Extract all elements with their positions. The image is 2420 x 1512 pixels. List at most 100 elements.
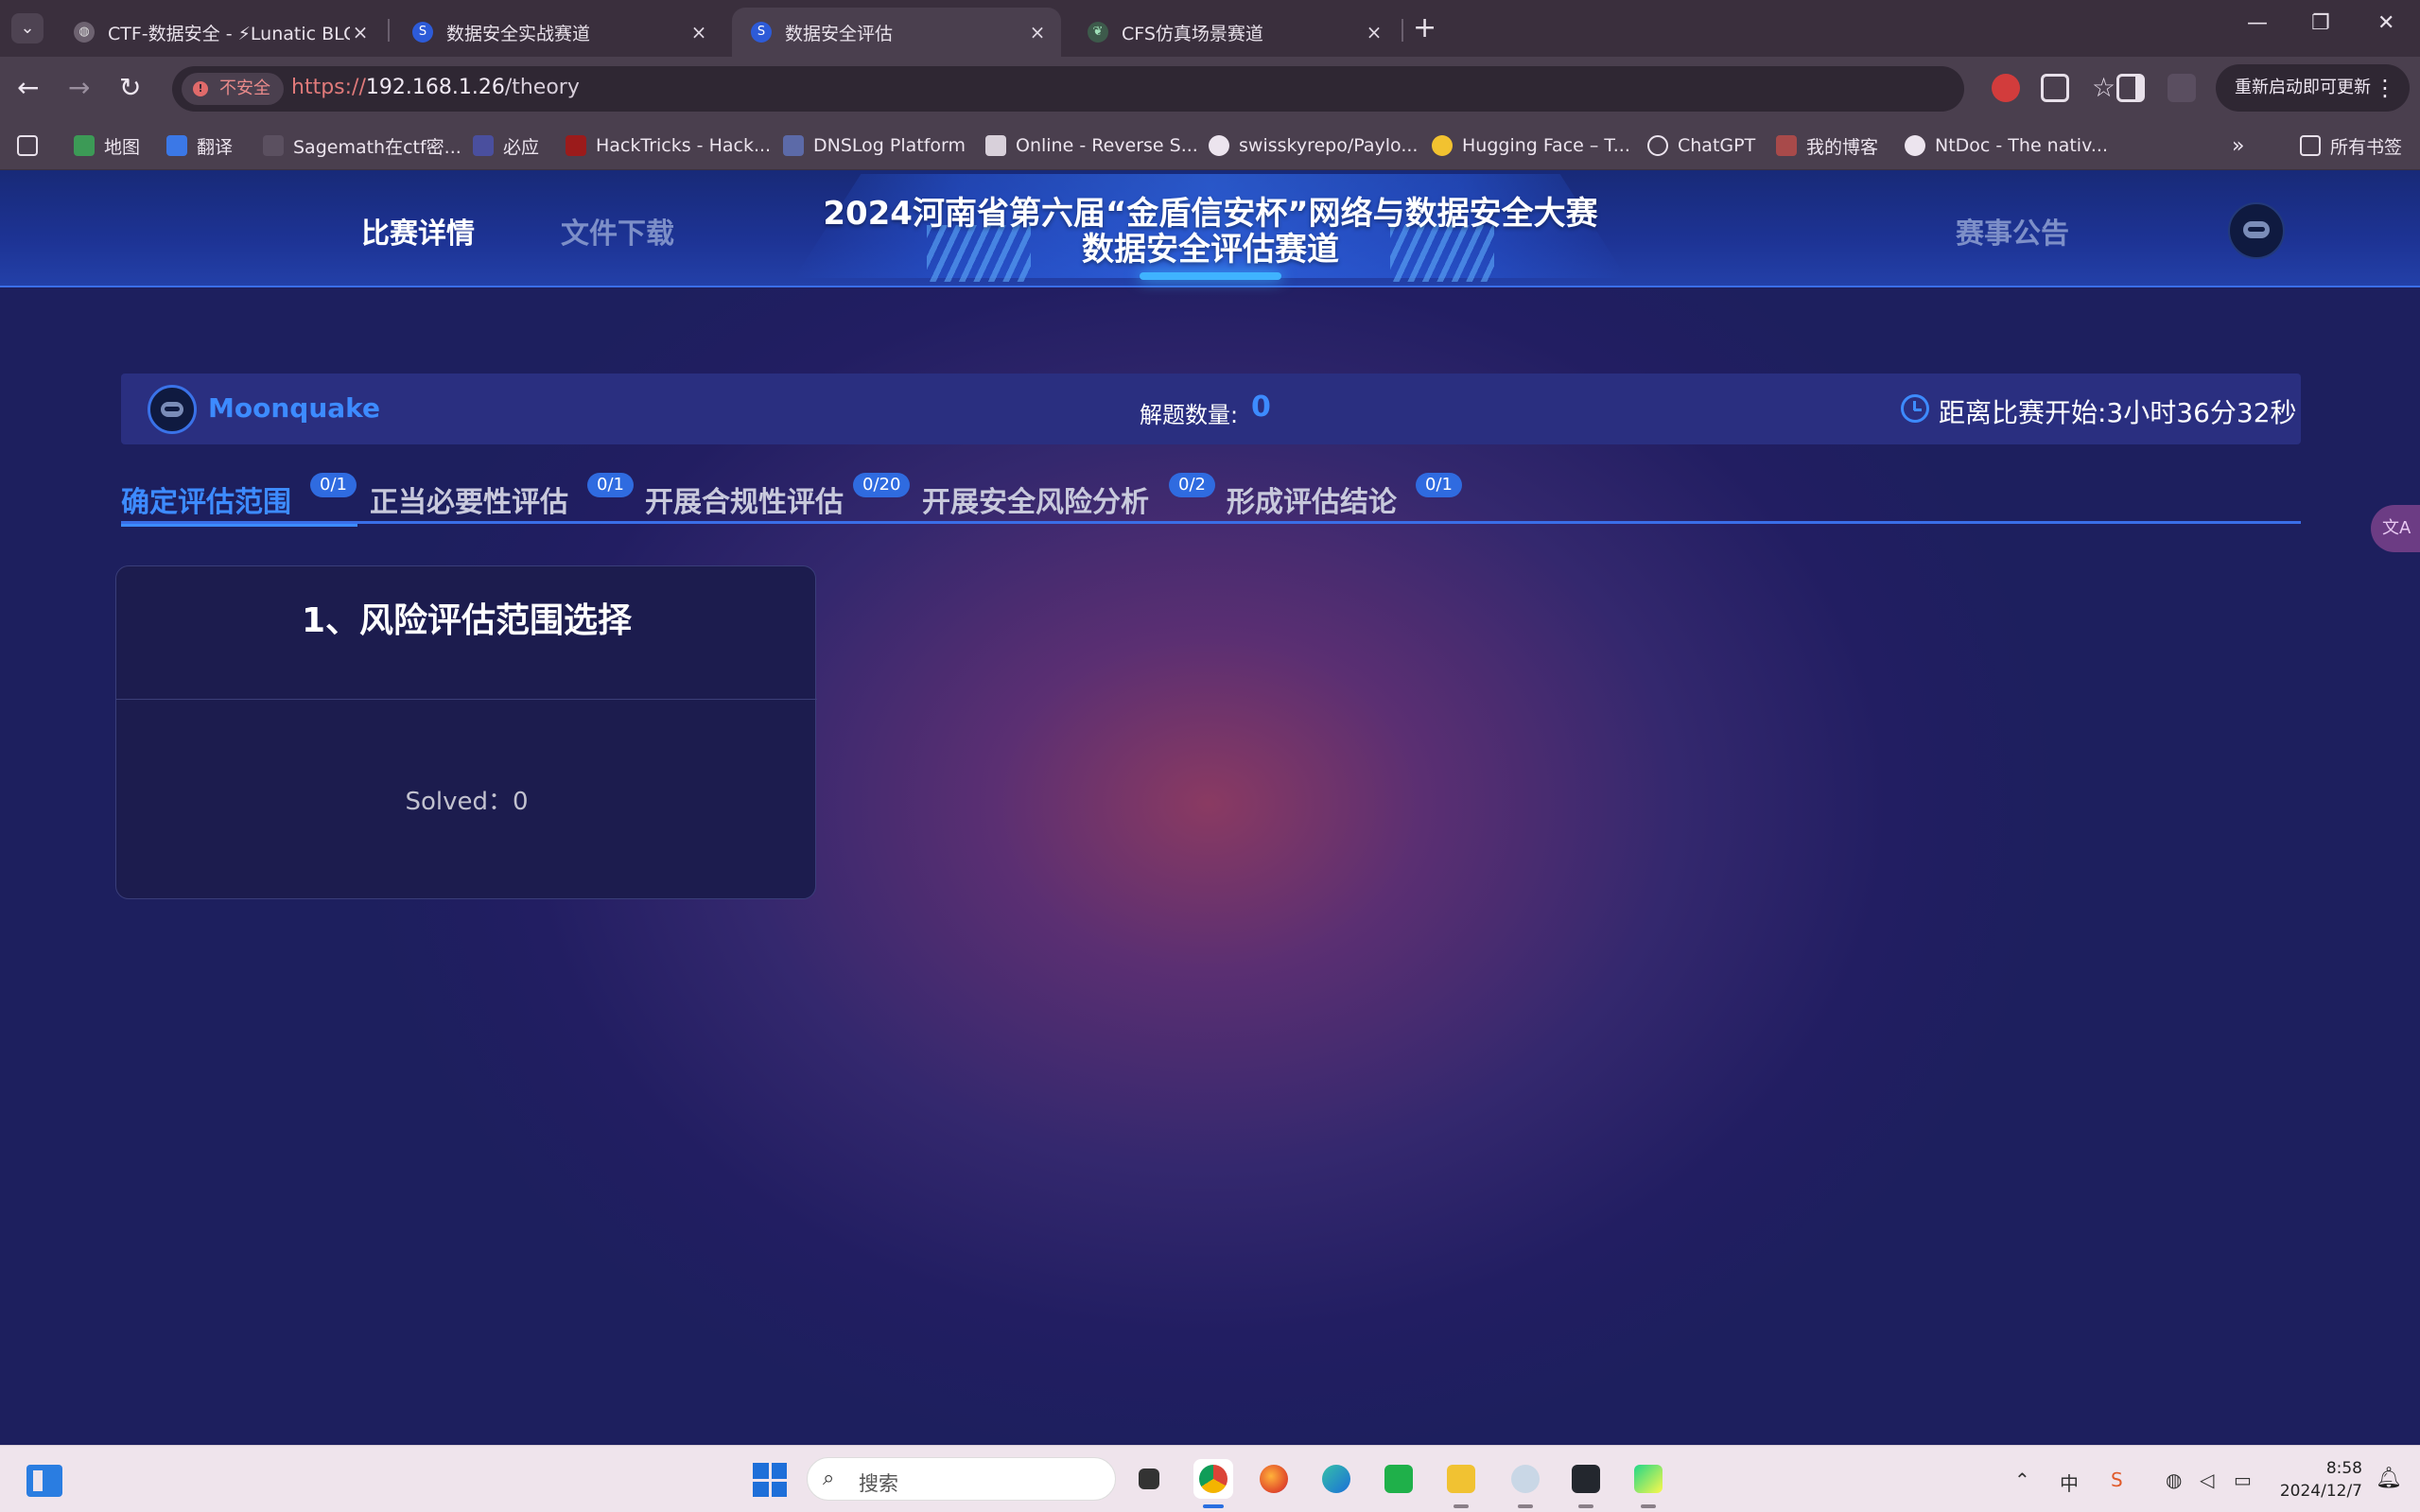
bookmark-item[interactable]: Hugging Face – T... xyxy=(1432,132,1630,159)
extensions-puzzle-icon[interactable] xyxy=(2041,74,2069,102)
tab-label: 确定评估范围 xyxy=(121,486,291,519)
tab-title: 数据安全评估 xyxy=(785,23,894,44)
bookmark-item[interactable]: 地图 xyxy=(74,132,140,159)
file-explorer-icon[interactable] xyxy=(1441,1459,1481,1508)
bookmark-star-icon[interactable]: ☆ xyxy=(2092,72,2115,103)
nav-competition-details[interactable]: 比赛详情 xyxy=(361,210,475,252)
system-clock[interactable]: 8:58 2024/12/7 xyxy=(2277,1457,2362,1503)
tab-risk-analysis[interactable]: 开展安全风险分析 xyxy=(922,478,1149,520)
bookmark-label: 我的博客 xyxy=(1806,136,1879,158)
tab-determine-scope[interactable]: 确定评估范围 xyxy=(121,478,357,527)
url-scheme: https:// xyxy=(291,76,366,99)
close-tab-icon[interactable]: × xyxy=(688,21,709,43)
translate-float-button[interactable]: 文A xyxy=(2371,505,2420,552)
update-button[interactable]: 重新启动即可更新 ⋮ xyxy=(2216,64,2410,112)
notification-bell-icon[interactable]: 🔔︎ xyxy=(2376,1467,2402,1490)
warning-icon: ! xyxy=(193,81,208,96)
bookmark-item[interactable]: DNSLog Platform xyxy=(783,132,966,159)
restore-icon[interactable]: ❐ xyxy=(2311,11,2330,35)
bookmark-label: 必应 xyxy=(503,136,540,158)
browser-tab-1[interactable]: ◍ CTF-数据安全 - ⚡Lunatic BLOG × xyxy=(55,8,384,57)
minimize-icon[interactable]: — xyxy=(2247,11,2268,35)
bookmark-item[interactable]: 我的博客 xyxy=(1776,132,1878,159)
dnslog-icon xyxy=(783,135,804,156)
nav-file-download[interactable]: 文件下载 xyxy=(561,210,674,252)
tab-compliance-assessment[interactable]: 开展合规性评估 xyxy=(645,478,844,520)
new-tab-button[interactable]: + xyxy=(1413,11,1436,44)
chevron-up-icon[interactable]: ⌃ xyxy=(2014,1469,2030,1491)
security-app-icon[interactable] xyxy=(1566,1459,1606,1508)
site-header: 比赛详情 文件下载 2024河南省第六届“金盾信安杯”网络与数据安全大赛 数据安… xyxy=(0,170,2420,287)
bookmark-item[interactable]: 必应 xyxy=(473,132,539,159)
firefox-icon[interactable] xyxy=(1254,1459,1294,1499)
taskbar-search[interactable]: ⌕ 搜索 xyxy=(807,1457,1116,1501)
search-tool-icon[interactable] xyxy=(1506,1459,1545,1508)
sidebar-icon[interactable] xyxy=(2116,74,2145,102)
bookmark-item[interactable]: Sagemath在ctf密... xyxy=(263,132,461,159)
progress-badge: 0/1 xyxy=(1416,473,1462,497)
start-button[interactable] xyxy=(753,1463,787,1497)
tab-search-button[interactable]: ⌄ xyxy=(11,13,44,43)
extension-icon[interactable] xyxy=(1992,74,2020,102)
edge-icon[interactable] xyxy=(1316,1459,1356,1499)
url-text[interactable]: https://192.168.1.26/theory xyxy=(291,76,580,99)
tab-separator xyxy=(1402,19,1403,42)
volume-icon[interactable]: ◁ xyxy=(2200,1469,2214,1491)
profile-icon[interactable] xyxy=(2168,74,2196,102)
task-view-icon[interactable] xyxy=(1129,1459,1169,1499)
bookmark-label: ChatGPT xyxy=(1678,135,1756,156)
browser-tab-4[interactable]: ❦ CFS仿真场景赛道 × xyxy=(1069,8,1398,57)
chrome-icon[interactable] xyxy=(1193,1459,1233,1508)
chatgpt-icon xyxy=(1647,135,1668,156)
sogou-icon[interactable]: S xyxy=(2111,1469,2123,1491)
tab-necessity-assessment[interactable]: 正当必要性评估 xyxy=(370,478,568,520)
challenge-title: 1、风险评估范围选择 xyxy=(301,601,633,640)
security-indicator[interactable]: ! 不安全 xyxy=(182,73,284,105)
address-bar[interactable]: ! 不安全 https://192.168.1.26/theory ☆ xyxy=(172,66,2115,112)
network-icon[interactable]: ◍ xyxy=(2166,1469,2182,1491)
back-icon[interactable]: ← xyxy=(17,72,39,103)
more-bookmarks-icon[interactable]: » xyxy=(2232,132,2244,159)
bookmark-label: Hugging Face – T... xyxy=(1462,135,1630,156)
bookmark-item[interactable]: HackTricks - Hack... xyxy=(566,132,771,159)
folder-icon[interactable] xyxy=(17,132,47,159)
user-avatar[interactable] xyxy=(2228,202,2285,259)
pycharm-icon[interactable] xyxy=(1628,1459,1668,1508)
tab-title: 数据安全实战赛道 xyxy=(446,23,591,44)
bookmark-item[interactable]: ChatGPT xyxy=(1647,132,1755,159)
reload-icon[interactable]: ↻ xyxy=(119,72,141,103)
ime-indicator[interactable]: 中 xyxy=(2060,1469,2079,1496)
battery-icon[interactable]: ▭ xyxy=(2234,1469,2252,1491)
forward-icon[interactable]: → xyxy=(68,72,90,103)
challenge-card[interactable]: 1、风险评估范围选择 Solved：0 xyxy=(115,565,817,899)
all-bookmarks-folder[interactable]: 所有书签 xyxy=(2300,132,2402,159)
close-tab-icon[interactable]: × xyxy=(350,21,371,43)
ntdoc-icon xyxy=(1905,135,1925,156)
progress-badge: 0/1 xyxy=(310,473,357,497)
bookmark-item[interactable]: 翻译 xyxy=(166,132,233,159)
progress-badge: 0/20 xyxy=(853,473,911,497)
tab-conclusion[interactable]: 形成评估结论 xyxy=(1227,478,1397,520)
tab-label: 开展合规性评估 xyxy=(645,486,844,519)
wechat-icon[interactable] xyxy=(1379,1459,1419,1499)
bookmark-label: DNSLog Platform xyxy=(813,135,966,156)
browser-tab-3-active[interactable]: S 数据安全评估 × xyxy=(732,8,1061,57)
security-label: 不安全 xyxy=(219,78,270,98)
tab-label: 正当必要性评估 xyxy=(370,486,568,519)
close-window-icon[interactable]: ✕ xyxy=(2377,11,2394,35)
close-tab-icon[interactable]: × xyxy=(1364,21,1384,43)
bookmark-label: 地图 xyxy=(104,136,141,158)
close-tab-icon[interactable]: × xyxy=(1027,21,1048,43)
browser-tab-2[interactable]: S 数据安全实战赛道 × xyxy=(393,8,723,57)
bookmark-item[interactable]: swisskyrepo/Paylo... xyxy=(1209,132,1418,159)
card-divider xyxy=(116,699,817,700)
bookmark-item[interactable]: Online - Reverse S... xyxy=(985,132,1198,159)
bookmark-label: HackTricks - Hack... xyxy=(596,135,772,156)
nav-announcements[interactable]: 赛事公告 xyxy=(1956,210,2069,252)
leaf-icon: ❦ xyxy=(1088,22,1108,43)
countdown-timer: 距离比赛开始:3小时36分32秒 xyxy=(1939,397,2297,428)
more-menu-icon[interactable]: ⋮ xyxy=(2374,64,2396,112)
widgets-icon[interactable] xyxy=(26,1465,62,1497)
clock-date: 2024/12/7 xyxy=(2279,1482,2362,1501)
bookmark-item[interactable]: NtDoc - The nativ... xyxy=(1905,132,2108,159)
